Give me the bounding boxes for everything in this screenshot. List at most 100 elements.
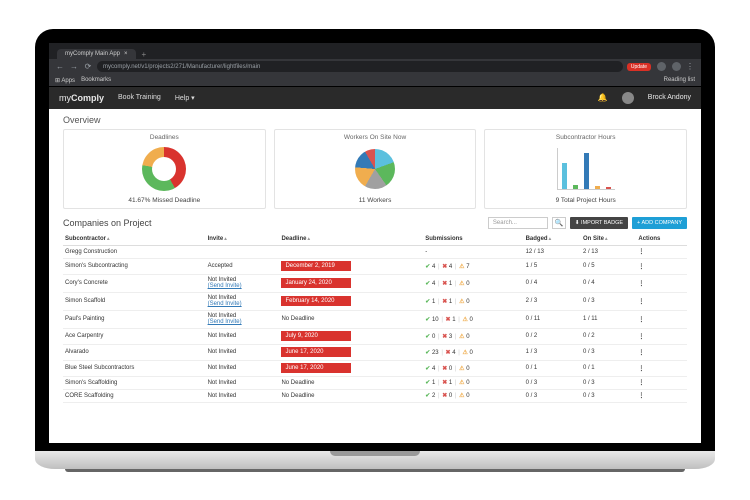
cell-deadline[interactable]: No Deadline — [279, 310, 423, 328]
table-row: Simon's Scaffolding Not Invited No Deadl… — [63, 376, 687, 389]
ext-icon[interactable] — [657, 62, 666, 71]
profile-icon[interactable] — [672, 62, 681, 71]
col-subcontractor[interactable]: Subcontractor▴ — [63, 233, 206, 246]
card-workers: Workers On Site Now 11 Workers — [274, 129, 477, 209]
cell-name[interactable]: Alvarado — [63, 344, 206, 360]
cell-badged: 0 / 4 — [524, 274, 581, 292]
cell-badged: 12 / 13 — [524, 245, 581, 258]
cell-deadline[interactable]: June 17, 2020 — [279, 360, 423, 376]
cell-invite[interactable]: Not Invited(Send Invite) — [206, 274, 280, 292]
cell-onsite: 0 / 3 — [581, 344, 636, 360]
table-row: Gregg Construction - 12 / 13 2 / 13 ⋮ — [63, 245, 687, 258]
browser-tabs: myComply Main App × + — [49, 43, 701, 59]
col-onsite[interactable]: On Site▴ — [581, 233, 636, 246]
cell-invite[interactable]: Not Invited(Send Invite) — [206, 310, 280, 328]
cell-onsite: 2 / 13 — [581, 245, 636, 258]
cell-actions[interactable]: ⋮ — [636, 258, 687, 274]
cell-onsite: 0 / 3 — [581, 292, 636, 310]
table-row: Paul's Painting Not Invited(Send Invite)… — [63, 310, 687, 328]
reload-icon[interactable]: ⟳ — [83, 62, 93, 71]
cell-invite[interactable] — [206, 245, 280, 258]
cell-name[interactable]: CORE Scaffolding — [63, 389, 206, 402]
cell-actions[interactable]: ⋮ — [636, 376, 687, 389]
cell-invite[interactable]: Not Invited — [206, 389, 280, 402]
bookmarks-shortcut[interactable]: Bookmarks — [81, 77, 111, 83]
donut-chart — [68, 144, 261, 194]
reading-list[interactable]: Reading list — [664, 77, 695, 83]
user-name[interactable]: Brock Andony — [648, 94, 691, 101]
cell-invite[interactable]: Accepted — [206, 258, 280, 274]
cell-deadline[interactable]: January 24, 2020 — [279, 274, 423, 292]
col-badged[interactable]: Badged▴ — [524, 233, 581, 246]
url-text: mycomply.net/v1/projects2/271/Manufactur… — [103, 64, 260, 70]
browser-tab[interactable]: myComply Main App × — [57, 49, 136, 59]
cell-badged: 0 / 11 — [524, 310, 581, 328]
actions-icon: ⋮ — [638, 380, 643, 386]
cell-invite[interactable]: Not Invited — [206, 376, 280, 389]
cell-deadline[interactable]: June 17, 2020 — [279, 344, 423, 360]
col-invite[interactable]: Invite▴ — [206, 233, 280, 246]
import-badge-button[interactable]: ⬇ IMPORT BADGE — [570, 217, 628, 229]
cell-actions[interactable]: ⋮ — [636, 328, 687, 344]
bell-icon[interactable]: 🔔 — [598, 93, 608, 102]
card-title: Deadlines — [68, 134, 261, 141]
cell-invite[interactable]: Not Invited(Send Invite) — [206, 292, 280, 310]
cell-actions[interactable]: ⋮ — [636, 360, 687, 376]
pie-chart — [279, 144, 472, 194]
cell-actions[interactable]: ⋮ — [636, 274, 687, 292]
bookmarks-bar: ⊞ Apps Bookmarks Reading list — [49, 75, 701, 87]
menu-icon[interactable]: ⋮ — [685, 62, 695, 71]
cell-actions[interactable]: ⋮ — [636, 389, 687, 402]
forward-icon[interactable]: → — [69, 62, 79, 71]
search-input[interactable]: Search... — [488, 217, 548, 229]
col-actions[interactable]: Actions — [636, 233, 687, 246]
avatar[interactable] — [622, 92, 634, 104]
cell-deadline[interactable]: July 9, 2020 — [279, 328, 423, 344]
cell-submissions: ✔ 23 | ✖ 4 | ⚠ 0 — [423, 344, 523, 360]
cell-name[interactable]: Gregg Construction — [63, 245, 206, 258]
back-icon[interactable]: ← — [55, 62, 65, 71]
actions-icon: ⋮ — [638, 299, 643, 305]
cell-actions[interactable]: ⋮ — [636, 344, 687, 360]
cell-invite[interactable]: Not Invited — [206, 360, 280, 376]
cell-name[interactable]: Simon's Scaffolding — [63, 376, 206, 389]
search-button[interactable]: 🔍 — [552, 217, 566, 229]
cell-name[interactable]: Simon Scaffold — [63, 292, 206, 310]
close-tab-icon[interactable]: × — [124, 51, 128, 57]
new-tab-icon[interactable]: + — [142, 50, 147, 59]
col-submissions[interactable]: Submissions — [423, 233, 523, 246]
cell-name[interactable]: Paul's Painting — [63, 310, 206, 328]
cell-deadline[interactable]: No Deadline — [279, 389, 423, 402]
nav-help[interactable]: Help ▾ — [175, 94, 195, 102]
cell-onsite: 0 / 1 — [581, 360, 636, 376]
cell-onsite: 0 / 2 — [581, 328, 636, 344]
table-row: Simon's Subcontracting Accepted December… — [63, 258, 687, 274]
apps-shortcut[interactable]: ⊞ Apps — [55, 77, 75, 84]
cell-name[interactable]: Simon's Subcontracting — [63, 258, 206, 274]
update-chip[interactable]: Update — [627, 63, 651, 71]
logo[interactable]: myComply — [59, 93, 104, 103]
cell-invite[interactable]: Not Invited — [206, 344, 280, 360]
actions-icon: ⋮ — [638, 264, 643, 270]
cell-name[interactable]: Blue Steel Subcontractors — [63, 360, 206, 376]
cell-deadline[interactable]: No Deadline — [279, 376, 423, 389]
cell-invite[interactable]: Not Invited — [206, 328, 280, 344]
card-footer: 41.67% Missed Deadline — [68, 197, 261, 204]
col-deadline[interactable]: Deadline▴ — [279, 233, 423, 246]
add-company-button[interactable]: + ADD COMPANY — [632, 217, 687, 229]
cell-actions[interactable]: ⋮ — [636, 310, 687, 328]
cell-deadline[interactable]: December 2, 2019 — [279, 258, 423, 274]
url-field[interactable]: mycomply.net/v1/projects2/271/Manufactur… — [97, 61, 623, 72]
cell-actions[interactable]: ⋮ — [636, 245, 687, 258]
content: Overview Deadlines 41.67% Missed Deadlin… — [49, 109, 701, 443]
cell-submissions: ✔ 1 | ✖ 1 | ⚠ 0 — [423, 376, 523, 389]
overview-cards: Deadlines 41.67% Missed Deadline Workers… — [63, 129, 687, 209]
cell-name[interactable]: Cory's Concrete — [63, 274, 206, 292]
cell-submissions: - — [423, 245, 523, 258]
cell-deadline[interactable] — [279, 245, 423, 258]
cell-deadline[interactable]: February 14, 2020 — [279, 292, 423, 310]
cell-actions[interactable]: ⋮ — [636, 292, 687, 310]
cell-name[interactable]: Ace Carpentry — [63, 328, 206, 344]
tab-title: myComply Main App — [65, 51, 120, 57]
nav-book-training[interactable]: Book Training — [118, 94, 161, 101]
